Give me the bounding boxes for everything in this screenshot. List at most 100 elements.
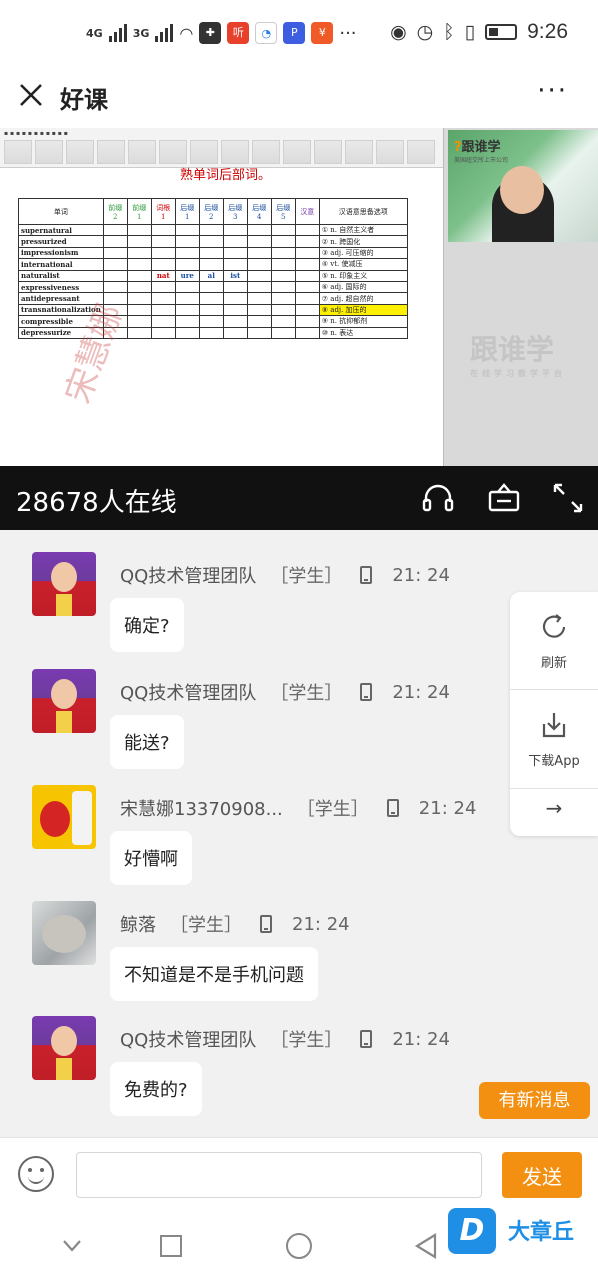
message-time: 21: 24 xyxy=(392,1028,450,1050)
word-cell: expressiveness xyxy=(18,280,104,294)
root-cell: nat xyxy=(150,269,176,282)
chat-input[interactable] xyxy=(76,1152,482,1198)
table-row: transnationalization ⑧ adj. 加压的 xyxy=(18,303,408,317)
option-cell: ③ adj. 可压缩的 xyxy=(318,246,408,260)
suffix-cell: ist xyxy=(222,269,248,282)
table-row: antidepressant ⑦ adj. 超自然的 xyxy=(18,292,408,305)
teacher-logo: ?跟谁学 美国纽交所上市公司 xyxy=(454,140,509,164)
sender-role: ［学生］ xyxy=(296,799,369,820)
home-icon[interactable] xyxy=(286,1233,312,1259)
message-time: 21: 24 xyxy=(392,564,450,586)
option-cell: ① n. 自然主义者 xyxy=(318,223,408,237)
side-action-panel: 刷新 下载App → xyxy=(510,592,598,836)
app-notification-icon: ✚ xyxy=(199,22,222,44)
sender-name[interactable]: 鲸落 xyxy=(120,911,156,937)
watermark-text: 大章丘 xyxy=(508,1220,575,1245)
header-cell: 后缀 5 xyxy=(270,198,296,225)
suffix-cell: ure xyxy=(174,269,200,282)
header-cell: 后缀 3 xyxy=(222,198,248,225)
chat-input-bar: 发送 xyxy=(0,1137,598,1213)
download-app-label: 下载App xyxy=(528,754,580,769)
message-meta: 宋慧娜13370908... ［学生］ 21: 24 xyxy=(120,795,476,821)
mobile-device-icon xyxy=(360,683,373,701)
table-row: supernatural ① n. 自然主义者 xyxy=(18,223,408,237)
avatar[interactable] xyxy=(32,669,96,733)
mobile-device-icon xyxy=(386,799,399,817)
recent-apps-icon[interactable] xyxy=(160,1235,182,1257)
word-ribbon: ▪ ▪ ▪ ▪ ▪ ▪ ▪ ▪ ▪ ▪ ▪ xyxy=(0,128,443,168)
avatar[interactable] xyxy=(32,901,96,965)
word-cell: naturalist xyxy=(18,269,104,282)
table-row: impressionism ③ adj. 可压缩的 xyxy=(18,246,408,260)
status-bar: 4G 3G ◠ ✚ 听 ◔ P ¥ ··· ◉ ◷ ᛒ ▯ 9:26 xyxy=(0,0,598,68)
option-cell-highlighted: ⑧ adj. 加压的 xyxy=(318,303,408,317)
brand-watermark: 跟谁学 在线学习教学平台 xyxy=(470,333,566,378)
header-cell: 汉意 xyxy=(294,198,320,225)
option-cell: ⑥ adj. 国际的 xyxy=(318,280,408,294)
sender-name[interactable]: 宋慧娜13370908... xyxy=(120,795,283,821)
sender-name[interactable]: QQ技术管理团队 xyxy=(120,679,256,705)
header-cell: 前缀 1 xyxy=(126,198,152,225)
option-cell: ⑩ n. 表达 xyxy=(318,326,408,339)
headset-icon[interactable] xyxy=(420,480,456,516)
mobile-device-icon xyxy=(260,915,272,933)
sender-role: ［学生］ xyxy=(270,1030,343,1051)
refresh-button[interactable]: 刷新 xyxy=(510,612,598,671)
message-meta: QQ技术管理团队 ［学生］ 21: 24 xyxy=(120,562,450,588)
clock: 9:26 xyxy=(527,20,568,43)
option-cell: ② n. 跨国化 xyxy=(318,235,408,248)
fullscreen-icon[interactable] xyxy=(550,480,586,516)
vibrate-icon: ▯ xyxy=(464,21,476,43)
wifi-icon: ◠ xyxy=(179,23,194,43)
battery-icon xyxy=(485,24,518,40)
site-watermark: D 大章丘 xyxy=(448,1208,598,1254)
new-message-button[interactable]: 有新消息 xyxy=(479,1082,590,1119)
word-cell: supernatural xyxy=(18,223,104,237)
avatar[interactable] xyxy=(32,552,96,616)
send-button[interactable]: 发送 xyxy=(502,1152,582,1198)
option-cell: ④ vt. 使减压 xyxy=(318,258,408,271)
download-icon xyxy=(542,713,566,738)
collapse-arrow-icon[interactable]: → xyxy=(510,796,598,820)
sender-name[interactable]: QQ技术管理团队 xyxy=(120,562,256,588)
message-bubble: 免费的? xyxy=(110,1062,202,1116)
title-bar: 好课 ··· xyxy=(0,68,598,128)
live-video-area[interactable]: ▪ ▪ ▪ ▪ ▪ ▪ ▪ ▪ ▪ ▪ ▪ 熟单词后部词。 单词 前缀 2 前缀… xyxy=(0,128,598,466)
message-time: 21: 24 xyxy=(292,913,350,935)
word-table-header: 单词 前缀 2 前缀 1 词根 1 后缀 1 后缀 2 后缀 3 后缀 4 后缀… xyxy=(18,198,408,225)
avatar[interactable] xyxy=(32,1016,96,1080)
shop-app-icon: ¥ xyxy=(311,22,334,44)
header-cell: 单词 xyxy=(18,198,104,225)
option-cell: ⑤ n. 印象主义 xyxy=(318,269,408,282)
page-title: 好课 xyxy=(60,86,108,114)
avatar[interactable] xyxy=(32,785,96,849)
header-cell: 汉语意思备选项 xyxy=(318,198,408,225)
download-app-button[interactable]: 下载App xyxy=(510,710,598,769)
mobile-device-icon xyxy=(360,566,373,584)
close-icon[interactable] xyxy=(18,82,44,108)
network-4g-label: 4G xyxy=(86,26,103,40)
chevron-down-icon[interactable] xyxy=(62,1239,82,1253)
message-time: 21: 24 xyxy=(418,797,477,819)
header-cell: 后缀 1 xyxy=(174,198,200,225)
pay-app-icon: P xyxy=(283,22,306,44)
more-options-icon[interactable]: ··· xyxy=(537,76,568,106)
eye-icon: ◉ xyxy=(390,21,407,43)
status-left-icons: 4G 3G ◠ ✚ 听 ◔ P ¥ ··· xyxy=(86,22,357,44)
header-cell: 前缀 2 xyxy=(102,198,128,225)
suffix-cell: al xyxy=(198,269,224,282)
back-icon[interactable] xyxy=(414,1233,438,1259)
table-row: expressiveness ⑥ adj. 国际的 xyxy=(18,280,408,294)
status-right-icons: ◉ ◷ ᛒ ▯ 9:26 xyxy=(390,20,568,44)
table-row: pressurized ② n. 跨国化 xyxy=(18,235,408,248)
message-time: 21: 24 xyxy=(392,681,450,703)
emoji-icon[interactable] xyxy=(18,1156,54,1192)
shared-document: ▪ ▪ ▪ ▪ ▪ ▪ ▪ ▪ ▪ ▪ ▪ 熟单词后部词。 单词 前缀 2 前缀… xyxy=(0,128,444,466)
doc-heading: 熟单词后部词。 xyxy=(180,168,272,183)
sender-name[interactable]: QQ技术管理团队 xyxy=(120,1026,256,1052)
option-cell: ⑦ adj. 超自然的 xyxy=(318,292,408,305)
more-notifications-icon: ··· xyxy=(339,22,357,44)
option-cell: ⑨ n. 抗抑郁剂 xyxy=(318,315,408,328)
bluetooth-icon: ᛒ xyxy=(443,21,455,43)
announcement-icon[interactable] xyxy=(486,480,522,516)
